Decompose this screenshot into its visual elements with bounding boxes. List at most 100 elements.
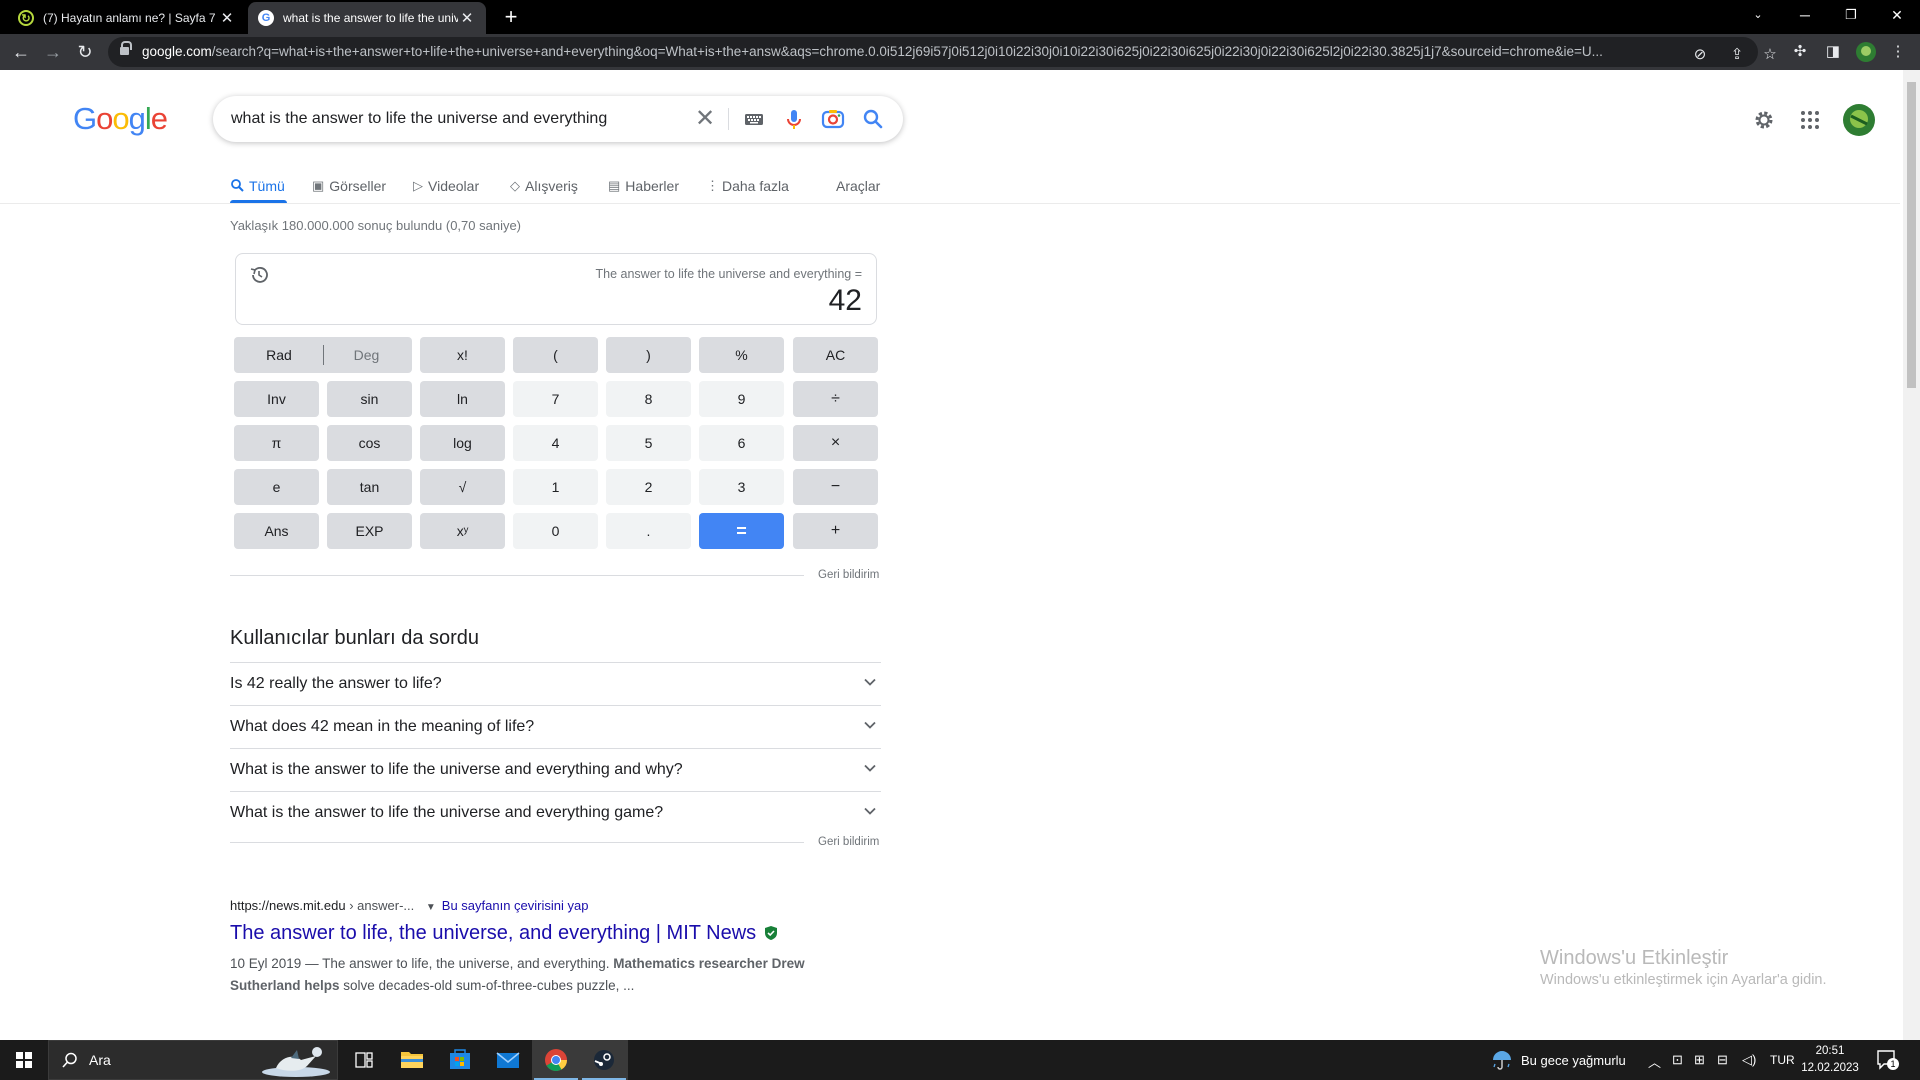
calc-key[interactable]: 6 [699,425,784,461]
display-icon[interactable]: ⊞ [1694,1052,1705,1080]
page-scrollbar[interactable] [1903,70,1920,1040]
browser-tab-steam[interactable]: ↻ (7) Hayatın anlamı ne? | Sayfa 7 | ✕ [8,2,246,34]
browser-tab-google[interactable]: G what is the answer to life the univers… [248,2,486,34]
calc-key[interactable]: 1 [513,469,598,505]
rad-label[interactable]: Rad [234,347,324,363]
task-view-button[interactable] [340,1040,388,1080]
keyboard-icon[interactable] [741,106,767,132]
equals-button[interactable]: = [699,513,784,549]
feedback-link[interactable]: Geri bildirim [818,569,879,581]
tab-more[interactable]: ⋮ Daha fazla [706,172,789,200]
google-logo[interactable]: Google [73,101,168,137]
paa-question[interactable]: Is 42 really the answer to life? [230,662,881,705]
tray-overflow-chevron-icon[interactable]: ︿ [1648,1052,1661,1080]
file-explorer-icon[interactable] [388,1040,436,1080]
chevron-down-icon[interactable] [863,761,877,775]
scrollbar-thumb[interactable] [1907,82,1916,388]
close-tab-icon[interactable]: ✕ [458,9,476,27]
calc-key[interactable]: 8 [606,381,691,417]
apps-grid-icon[interactable] [1798,108,1822,132]
calc-key[interactable]: π [234,425,319,461]
weather-widget[interactable]: Bu gece yağmurlu [1488,1040,1628,1080]
microsoft-store-icon[interactable] [436,1040,484,1080]
calc-key[interactable]: ( [513,337,598,373]
calc-key[interactable]: . [606,513,691,549]
reload-button[interactable]: ↻ [72,39,98,65]
back-button[interactable]: ← [8,39,34,65]
calc-key[interactable]: cos [327,425,412,461]
calc-key[interactable]: % [699,337,784,373]
paa-question[interactable]: What does 42 mean in the meaning of life… [230,705,881,748]
paa-question[interactable]: What is the answer to life the universe … [230,748,881,791]
chrome-menu-icon[interactable]: ⋮ [1888,42,1908,62]
translate-link[interactable]: Bu sayfanın çevirisini yap [442,898,589,913]
forward-button[interactable]: → [40,39,66,65]
calc-key[interactable]: 2 [606,469,691,505]
calc-key[interactable]: − [793,469,878,505]
calc-key[interactable]: 9 [699,381,784,417]
tab-search-icon[interactable]: ⌄ [1735,0,1781,30]
calc-key[interactable]: ln [420,381,505,417]
calc-key[interactable]: xʸ [420,513,505,549]
minimize-button[interactable]: ─ [1782,0,1828,30]
side-panel-icon[interactable]: ◨ [1823,42,1843,62]
calc-key[interactable]: 4 [513,425,598,461]
start-button[interactable] [0,1040,48,1080]
volume-icon[interactable]: ◁) [1742,1052,1756,1080]
result-url[interactable]: https://news.mit.edu › answer-... ▼ Bu sa… [230,898,588,913]
calc-key[interactable]: x! [420,337,505,373]
tab-tools[interactable]: Araçlar [836,172,880,200]
calc-key[interactable]: Inv [234,381,319,417]
settings-gear-icon[interactable] [1752,108,1776,132]
calc-key[interactable]: sin [327,381,412,417]
chrome-taskbar-icon[interactable] [532,1040,580,1080]
address-bar[interactable]: google.com/search?q=what+is+the+answer+t… [108,37,1777,67]
calc-key[interactable]: ÷ [793,381,878,417]
calc-key[interactable]: EXP [327,513,412,549]
search-submit-icon[interactable] [860,106,886,132]
caret-down-icon[interactable]: ▼ [426,902,436,913]
calc-key[interactable]: + [793,513,878,549]
calc-key[interactable]: Ans [234,513,319,549]
mail-icon[interactable] [484,1040,532,1080]
calc-key[interactable]: × [793,425,878,461]
tab-images[interactable]: ▣ Görseller [312,172,386,200]
rad-deg-toggle[interactable]: Rad Deg [234,337,412,373]
network-icon[interactable]: ⊟ [1717,1052,1728,1080]
voice-search-icon[interactable] [781,106,807,132]
account-avatar[interactable] [1843,104,1875,136]
search-box[interactable]: what is the answer to life the universe … [213,96,903,142]
steam-taskbar-icon[interactable] [580,1040,628,1080]
chevron-down-icon[interactable] [863,718,877,732]
calc-key[interactable]: ) [606,337,691,373]
tab-videos[interactable]: ▷ Videolar [413,172,479,200]
close-tab-icon[interactable]: ✕ [218,9,236,27]
chevron-down-icon[interactable] [863,675,877,689]
taskbar-search[interactable]: Ara [48,1040,338,1080]
share-icon[interactable]: ⇪ [1727,45,1747,65]
tracking-blocked-icon[interactable]: ⊘ [1690,45,1710,65]
close-window-button[interactable]: ✕ [1874,0,1920,30]
onedrive-icon[interactable]: ⊡ [1672,1052,1683,1080]
calc-key[interactable]: 5 [606,425,691,461]
chevron-down-icon[interactable] [863,804,877,818]
clear-search-icon[interactable]: ✕ [692,106,718,132]
calc-key[interactable]: log [420,425,505,461]
search-input[interactable]: what is the answer to life the universe … [231,110,607,128]
language-indicator[interactable]: TUR [1770,1053,1795,1080]
deg-label[interactable]: Deg [324,347,409,363]
calc-key[interactable]: 7 [513,381,598,417]
extensions-puzzle-icon[interactable]: ✣ [1790,42,1810,62]
result-title[interactable]: The answer to life, the universe, and ev… [230,922,778,947]
feedback-link[interactable]: Geri bildirim [818,836,879,848]
tab-shopping[interactable]: ◇ Alışveriş [510,172,578,200]
calc-key[interactable]: e [234,469,319,505]
notification-center-icon[interactable]: 1 [1874,1048,1904,1074]
lens-camera-icon[interactable] [820,106,846,132]
calc-key[interactable]: 0 [513,513,598,549]
paa-question[interactable]: What is the answer to life the universe … [230,791,881,834]
new-tab-button[interactable]: + [498,4,524,30]
calc-key[interactable]: √ [420,469,505,505]
taskbar-clock[interactable]: 20:51 12.02.2023 [1800,1043,1860,1077]
tab-news[interactable]: ▤ Haberler [608,172,679,200]
